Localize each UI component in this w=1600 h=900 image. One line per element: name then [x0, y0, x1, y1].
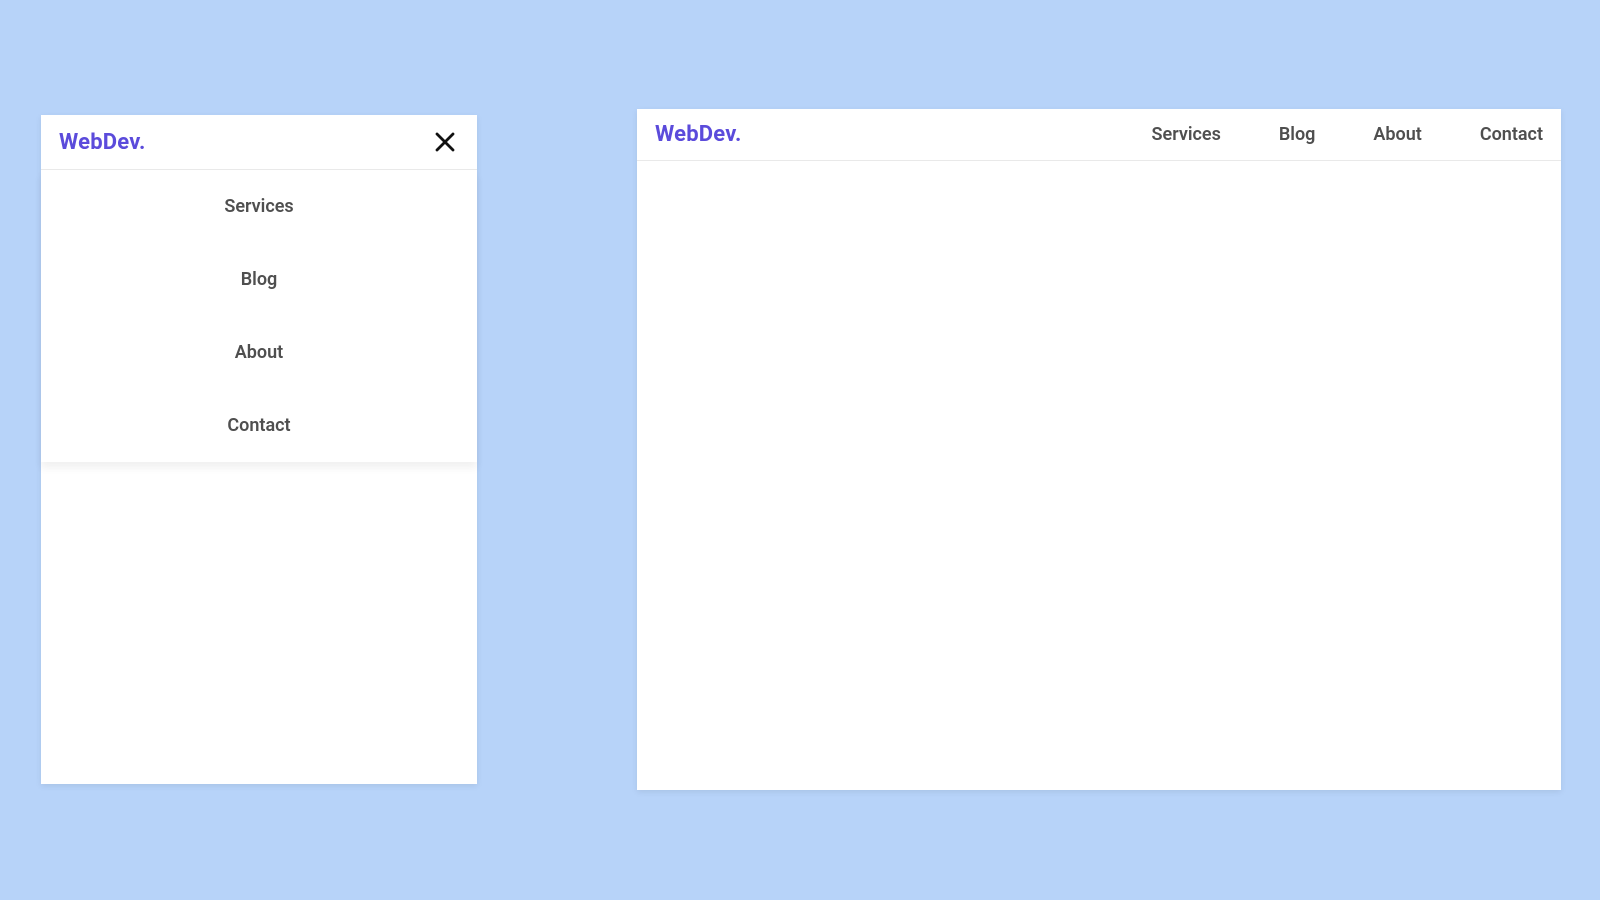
desktop-nav-about[interactable]: About	[1373, 124, 1421, 145]
desktop-brand-logo[interactable]: WebDev.	[655, 122, 742, 147]
mobile-navbar: WebDev.	[41, 115, 477, 170]
close-icon[interactable]	[431, 128, 459, 156]
desktop-device-preview: WebDev. Services Blog About Contact	[637, 109, 1561, 790]
mobile-nav-about[interactable]: About	[41, 316, 477, 389]
mobile-menu: Services Blog About Contact	[41, 170, 477, 462]
mobile-nav-services[interactable]: Services	[41, 170, 477, 243]
mobile-device-preview: WebDev. Services Blog About Contact	[41, 115, 477, 784]
mobile-nav-blog[interactable]: Blog	[41, 243, 477, 316]
desktop-nav: Services Blog About Contact	[1152, 124, 1543, 145]
desktop-navbar: WebDev. Services Blog About Contact	[637, 109, 1561, 161]
desktop-nav-blog[interactable]: Blog	[1279, 124, 1316, 145]
desktop-nav-contact[interactable]: Contact	[1480, 124, 1543, 145]
desktop-nav-services[interactable]: Services	[1152, 124, 1221, 145]
mobile-nav-contact[interactable]: Contact	[41, 389, 477, 462]
mobile-brand-logo[interactable]: WebDev.	[59, 130, 146, 155]
